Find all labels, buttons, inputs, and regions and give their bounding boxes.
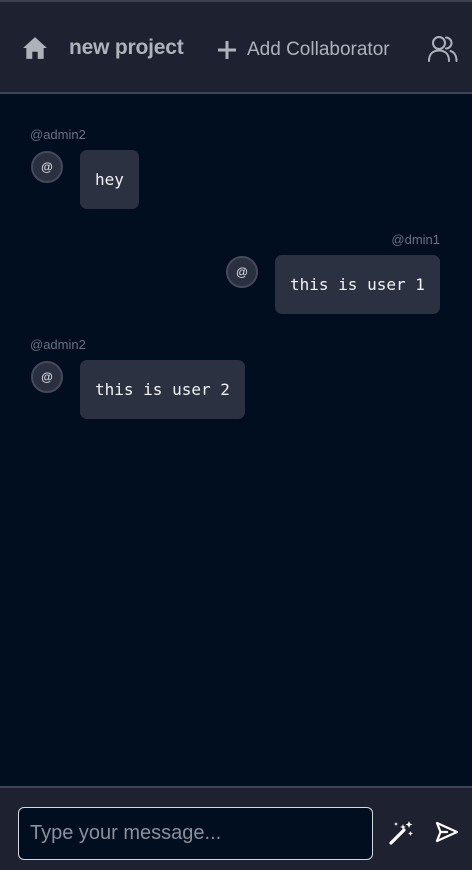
- message-list: @admin2 @ hey @dmin1 @ this is user 1 @a…: [0, 94, 472, 786]
- message-bubble: this is user 1: [275, 255, 440, 314]
- send-icon: [435, 821, 459, 848]
- message-username: @admin2: [30, 127, 86, 142]
- plus-icon: [217, 40, 237, 60]
- header-bar: new project Add Collaborator: [0, 0, 472, 94]
- home-button[interactable]: [20, 35, 50, 65]
- users-button[interactable]: [428, 35, 458, 65]
- home-icon: [22, 36, 48, 65]
- message-composer: [0, 786, 472, 870]
- magic-wand-icon: [389, 819, 415, 850]
- send-button[interactable]: [434, 821, 460, 847]
- chat-app: new project Add Collaborator @admin2 @ h…: [0, 0, 472, 870]
- message-input[interactable]: [18, 807, 373, 860]
- users-icon: [428, 34, 458, 67]
- avatar: @: [31, 361, 63, 393]
- project-title: new project: [69, 36, 184, 59]
- add-collaborator-button[interactable]: Add Collaborator: [217, 35, 390, 65]
- avatar: @: [31, 151, 63, 183]
- message-bubble: this is user 2: [80, 360, 245, 419]
- avatar: @: [226, 256, 258, 288]
- message-username: @admin2: [30, 337, 86, 352]
- add-collaborator-label: Add Collaborator: [247, 39, 390, 60]
- message-username: @dmin1: [391, 232, 440, 247]
- message-bubble: hey: [80, 150, 139, 209]
- magic-button[interactable]: [389, 819, 415, 850]
